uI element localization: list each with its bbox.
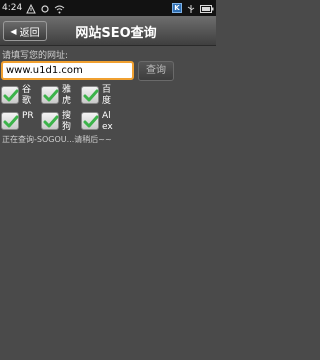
usb-icon (186, 0, 196, 18)
checkbox-google[interactable] (1, 86, 19, 104)
checkmark-icon (83, 115, 99, 128)
option-label: 雅虎 (62, 85, 72, 106)
status-bar: 4:24 K (0, 0, 216, 16)
option-label: PR (22, 111, 34, 121)
checkmark-icon (43, 89, 59, 102)
checkbox-sogou[interactable] (41, 112, 59, 130)
back-arrow-icon: ◀ (10, 26, 17, 36)
option-yahoo[interactable]: 雅虎 (41, 84, 79, 112)
options-row-1: 谷歌 雅虎 百度 (0, 84, 216, 112)
url-input[interactable] (1, 61, 134, 80)
clock: 4:24 (2, 3, 23, 13)
option-label: Alexa (102, 111, 113, 132)
checkbox-pr[interactable] (1, 112, 19, 130)
checkbox-alexa[interactable] (81, 112, 99, 130)
wifi-icon (54, 0, 65, 18)
battery-icon (200, 0, 214, 18)
title-bar: ◀ 返回 网站SEO查询 (0, 16, 216, 46)
option-label: 百度 (102, 85, 112, 106)
k-icon: K (172, 3, 182, 13)
checkbox-yahoo[interactable] (41, 86, 59, 104)
query-button[interactable]: 查询 (138, 61, 174, 81)
status-right: K (172, 2, 214, 14)
query-status-message: 正在查询-SOGOU...请稍后~~ (2, 135, 112, 144)
option-baidu[interactable]: 百度 (81, 84, 119, 112)
back-button[interactable]: ◀ 返回 (3, 21, 47, 41)
url-prompt: 请填写您的网址: (2, 51, 69, 61)
status-left: 4:24 (2, 2, 65, 14)
checkmark-icon (83, 89, 99, 102)
option-label: 搜狗 (62, 111, 72, 132)
checkbox-baidu[interactable] (81, 86, 99, 104)
page-title: 网站SEO查询 (75, 26, 157, 41)
notification-icon (26, 0, 37, 18)
option-google[interactable]: 谷歌 (1, 84, 39, 112)
checkmark-icon (3, 115, 19, 128)
option-label: 谷歌 (22, 85, 32, 106)
checkmark-icon (43, 115, 59, 128)
checkmark-icon (3, 89, 19, 102)
back-button-label: 返回 (19, 27, 40, 39)
sync-icon (40, 0, 50, 18)
